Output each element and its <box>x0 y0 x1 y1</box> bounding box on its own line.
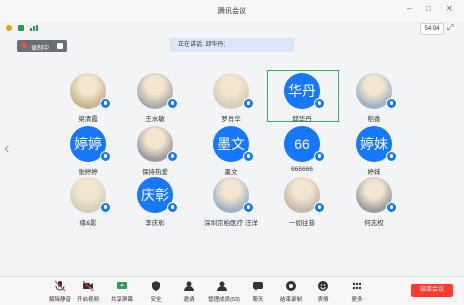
participant-name: 深圳京柏医疗 汪洋 <box>204 220 258 227</box>
more-button[interactable]: 更多 <box>337 278 377 303</box>
shield-icon <box>18 25 24 31</box>
recording-label: 录制中 <box>31 46 50 52</box>
participant-tile[interactable]: 稻香 <box>339 73 409 133</box>
mic-status-icon <box>100 98 111 109</box>
participant-tile[interactable]: 梁清霞 <box>53 73 123 133</box>
video-off-icon <box>82 280 94 292</box>
participant-name: 李庆彰 <box>145 220 165 227</box>
share-screen-icon <box>117 282 127 289</box>
recording-indicator[interactable]: 录制中 <box>17 40 67 52</box>
participant-tile[interactable]: 深圳京柏医疗 汪洋 <box>196 177 266 237</box>
status-strip <box>0 21 464 35</box>
smile-icon <box>318 281 328 291</box>
participant-name: 墨文 <box>224 169 238 176</box>
participant-name: 张婷婷 <box>78 169 98 176</box>
mic-status-icon <box>243 151 254 162</box>
mic-status-icon <box>314 98 325 109</box>
mic-status-icon <box>386 98 397 109</box>
participant-tile[interactable]: 缘&影 <box>53 177 123 237</box>
participant-name: 婷妹 <box>367 169 381 176</box>
meeting-timer: 54:04 <box>420 23 444 35</box>
participant-name: 一如往昔 <box>289 220 315 227</box>
record-dot-icon <box>22 43 27 48</box>
participant-name: 王水敏 <box>145 116 165 123</box>
close-icon[interactable]: ✕ <box>446 4 453 13</box>
shield-icon <box>152 281 160 291</box>
participant-name: 何志权 <box>364 220 384 227</box>
status-icons <box>6 25 38 31</box>
mic-status-icon <box>386 151 397 162</box>
more-icon <box>352 282 362 290</box>
minimize-icon[interactable]: – <box>407 4 411 13</box>
participant-name: 邱华丹 <box>292 116 312 123</box>
participant-tile[interactable]: 华丹 邱华丹 <box>267 73 337 133</box>
microphone-off-icon <box>54 280 66 292</box>
chevron-left-icon[interactable]: ‹ <box>4 140 9 158</box>
signal-icon <box>30 28 32 31</box>
participant-tile[interactable]: 何志权 <box>339 177 409 237</box>
participant-name: 稻香 <box>367 116 381 123</box>
mic-status-icon <box>314 202 325 213</box>
participant-name: 缘&影 <box>79 220 97 227</box>
participant-tile[interactable]: 王水敏 <box>120 73 190 133</box>
mic-status-icon <box>100 151 111 162</box>
chat-icon <box>253 282 263 291</box>
stop-record-icon[interactable] <box>57 43 63 49</box>
participant-tile[interactable]: 庆彰 李庆彰 <box>120 177 190 237</box>
participant-tile[interactable]: 罗肖华 <box>196 73 266 133</box>
mic-status-icon <box>167 202 178 213</box>
fullscreen-icon[interactable]: ⤢ <box>447 23 453 33</box>
participant-name: 梁清霞 <box>78 116 98 123</box>
mic-status-icon <box>243 98 254 109</box>
mic-status-icon <box>314 151 325 162</box>
mic-status-icon <box>167 98 178 109</box>
participant-name: 666666 <box>291 166 313 173</box>
app-title: 腾讯会议 <box>218 8 246 15</box>
speaking-indicator: 正在讲话: 邱华丹; <box>170 38 294 52</box>
participant-tile[interactable]: 一如往昔 <box>267 177 337 237</box>
title-bar: 腾讯会议 – □ ✕ <box>0 0 464 22</box>
record-icon <box>286 281 296 291</box>
person-add-icon <box>184 281 194 291</box>
info-icon <box>6 25 12 31</box>
participant-name: 罗肖华 <box>221 116 241 123</box>
participant-name: 保持热爱 <box>142 169 168 176</box>
mic-status-icon <box>167 151 178 162</box>
mic-status-icon <box>386 202 397 213</box>
mic-status-icon <box>100 202 111 213</box>
mic-status-icon <box>243 202 254 213</box>
members-icon <box>217 281 227 291</box>
maximize-icon[interactable]: □ <box>426 4 431 13</box>
end-meeting-button[interactable]: 结束会议 <box>411 284 453 297</box>
